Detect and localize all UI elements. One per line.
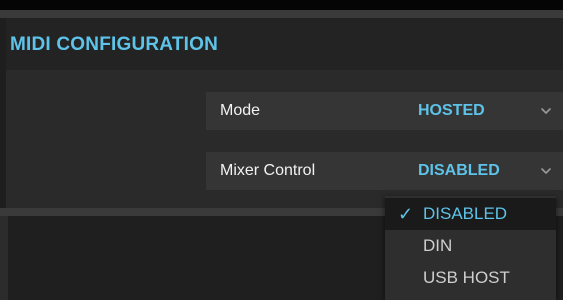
dropdown-option-label: USB HOST — [423, 268, 510, 287]
mixer-control-setting-row[interactable]: Mixer Control DISABLED — [206, 152, 563, 190]
dropdown-option-label: DIN — [423, 236, 453, 255]
checkmark-icon: ✓ — [398, 204, 414, 224]
chevron-down-icon[interactable] — [539, 164, 553, 178]
mode-value[interactable]: HOSTED — [418, 102, 485, 120]
mode-setting-row[interactable]: Mode HOSTED — [206, 92, 563, 130]
window-top-bar — [0, 0, 563, 10]
chevron-down-icon[interactable] — [539, 104, 553, 118]
section-title: MIDI CONFIGURATION — [10, 34, 219, 55]
dropdown-option-disabled[interactable]: ✓ DISABLED — [385, 198, 556, 230]
mode-label: Mode — [220, 102, 261, 119]
dropdown-option-usb-host[interactable]: USB HOST — [385, 262, 556, 294]
mixer-control-value[interactable]: DISABLED — [418, 162, 500, 180]
top-divider — [0, 10, 563, 18]
dropdown-option-din[interactable]: DIN — [385, 230, 556, 262]
dropdown-option-label: DISABLED — [423, 204, 508, 223]
lower-panel-left-edge — [0, 216, 8, 300]
mixer-control-dropdown-menu: ✓ DISABLED DIN USB HOST — [385, 196, 556, 300]
mixer-control-label: Mixer Control — [220, 162, 316, 179]
